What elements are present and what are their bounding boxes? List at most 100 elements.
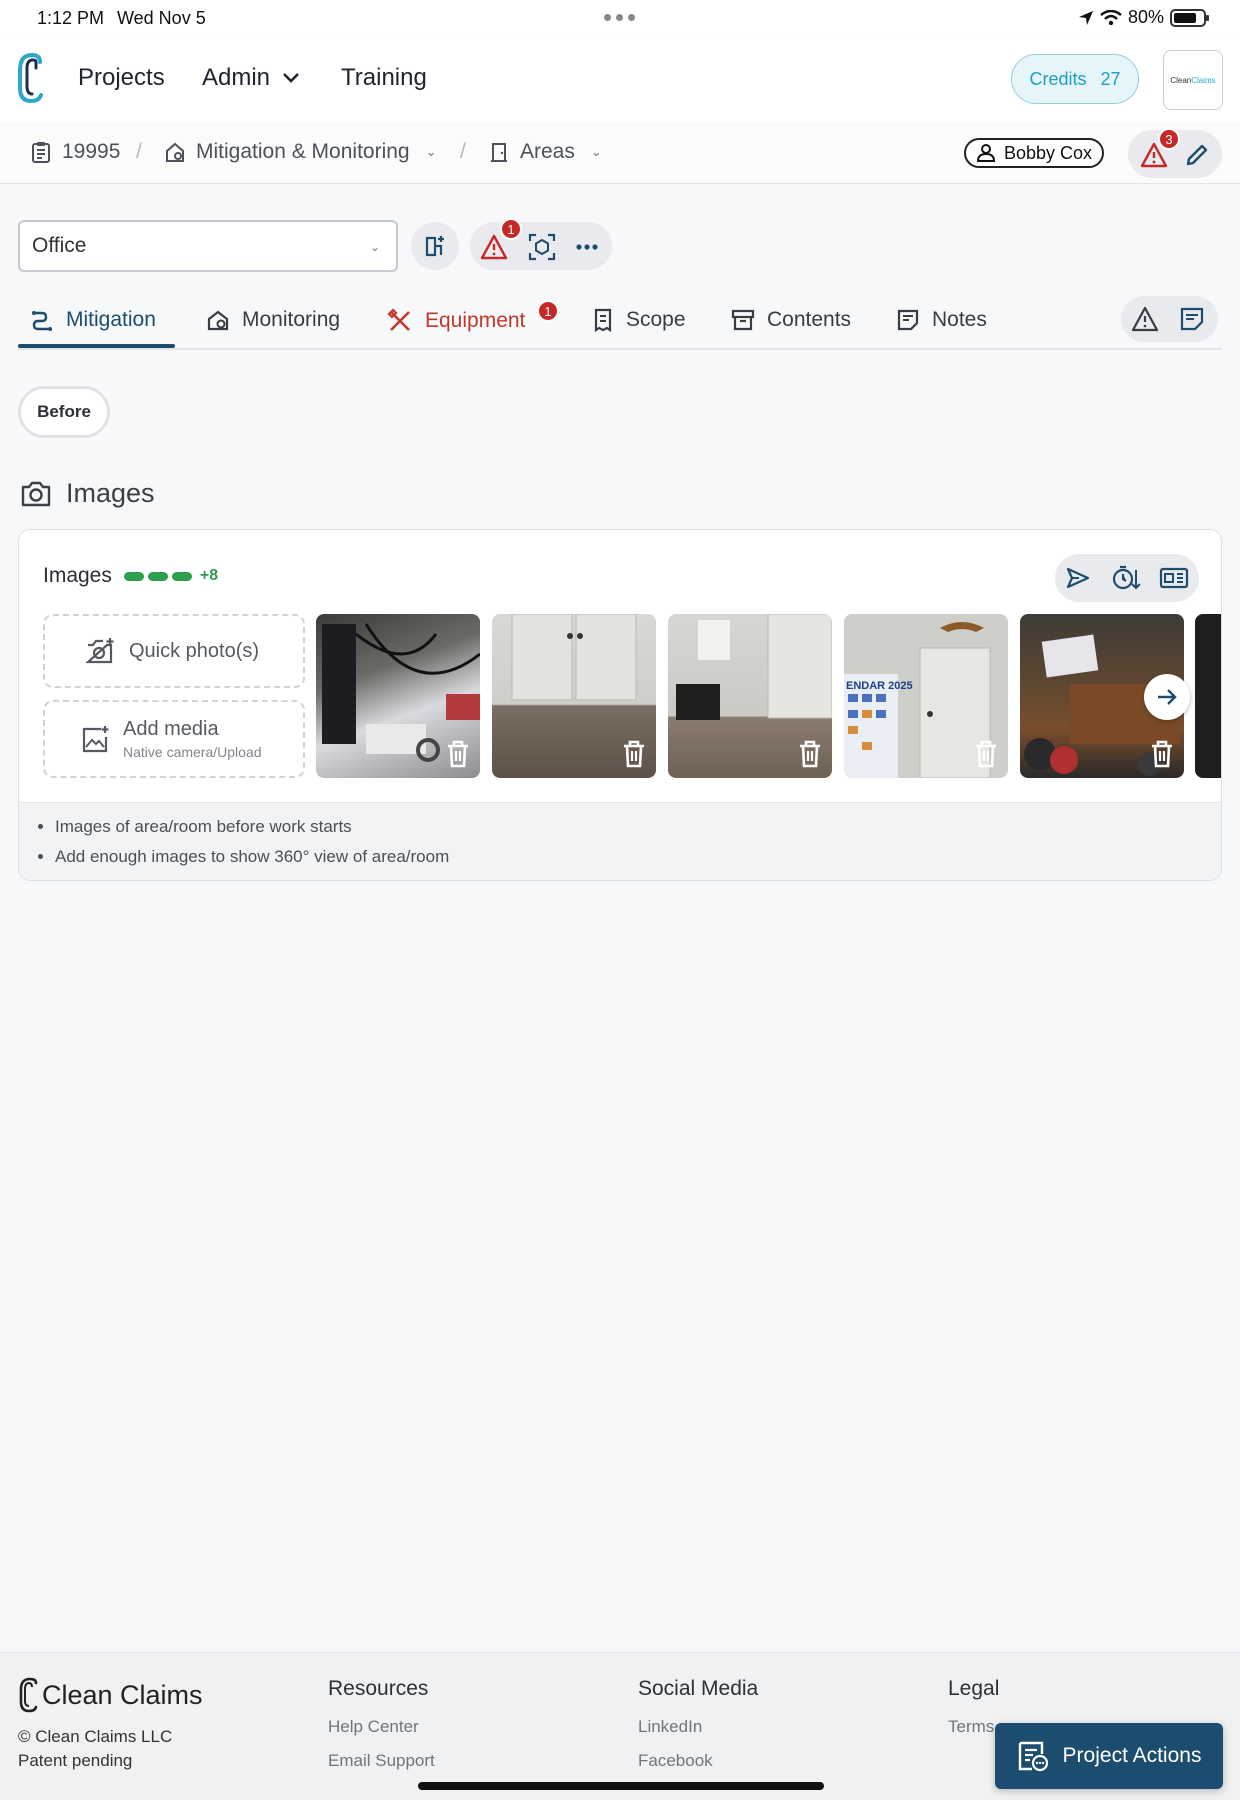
footer-legal: Legal Terms [948,1677,999,1751]
tab-notes[interactable]: Notes [896,308,987,332]
more-options-icon[interactable] [576,244,598,250]
assigned-user-name: Bobby Cox [1004,142,1093,163]
images-card-header: Images +8 [43,564,218,588]
app-logo-icon[interactable] [14,52,48,104]
equipment-alert-badge: 1 [537,300,559,322]
gallery-layout-icon[interactable] [1159,566,1189,590]
warning-outline-icon[interactable] [1131,306,1159,332]
footer-link-facebook[interactable]: Facebook [638,1751,758,1771]
credits-value: 27 [1100,68,1121,89]
clipboard-icon [32,142,50,163]
image-thumbnail[interactable] [668,614,832,778]
tab-monitoring[interactable]: Monitoring [206,308,340,332]
area-tabs: Mitigation Monitoring Equipment 1 Scope … [18,292,1222,350]
area-tools-group: 1 [470,218,612,270]
next-images-button[interactable] [1144,674,1190,720]
add-media-label: Add media [123,718,219,740]
tab-notes-label: Notes [932,308,987,331]
delete-image-icon[interactable] [798,740,822,768]
monitoring-icon [207,310,229,331]
camera-icon [21,481,51,506]
project-actions-label: Project Actions [1062,1744,1202,1767]
credits-label: Credits [1029,68,1087,89]
nav-training[interactable]: Training [341,64,427,92]
footer-link-terms[interactable]: Terms [948,1717,999,1737]
tab-equipment[interactable]: Equipment [387,308,525,334]
project-actions-group: 3 [1128,128,1222,178]
home-indicator[interactable] [418,1782,824,1790]
phase-chip-before[interactable]: Before [18,386,110,438]
quick-photo-button[interactable]: Quick photo(s) [43,614,305,688]
quick-photo-label: Quick photo(s) [129,639,260,662]
chevron-down-icon [283,73,299,83]
nav-admin[interactable]: Admin [202,64,300,92]
status-date: Wed Nov 5 [117,8,206,28]
notes-icon [897,309,919,331]
credits-pill[interactable]: Credits 27 [1011,54,1139,104]
image-thumbnail[interactable]: ENDAR 2025 [844,614,1008,778]
image-thumbnail[interactable] [1195,614,1221,778]
nav-projects[interactable]: Projects [78,64,165,92]
door-icon [491,143,507,162]
tab-scope[interactable]: Scope [592,308,686,332]
add-media-button[interactable]: Add media Native camera/Upload [43,700,305,778]
location-icon [1078,10,1093,25]
images-section-title: Images [20,478,155,509]
delete-image-icon[interactable] [1150,740,1174,768]
nav-admin-label: Admin [202,64,271,91]
chevron-down-icon: ⌄ [590,144,602,159]
timer-sort-icon[interactable] [1111,564,1141,592]
footer-resources-title: Resources [328,1677,429,1700]
tab-mitigation[interactable]: Mitigation [30,308,156,332]
project-actions-icon [1018,1741,1048,1772]
chevron-down-icon: ⌄ [369,240,380,254]
tools-icon [387,308,410,331]
send-icon[interactable] [1065,566,1091,590]
active-tab-indicator [18,344,175,348]
footer-resources: Resources Help Center Email Support [328,1677,435,1785]
breadcrumb-stage[interactable]: Mitigation & Monitoring ⌄ [164,140,437,164]
breadcrumb-separator: / [136,140,142,163]
delete-image-icon[interactable] [622,740,646,768]
status-time: 1:12 PM [37,8,105,28]
notes-icon[interactable] [1179,306,1205,332]
house-icon [166,142,184,162]
edit-pencil-icon[interactable] [1184,142,1210,168]
tab-tools-group [1121,296,1218,342]
add-media-text: Add media Native camera/Upload [123,718,262,760]
breadcrumb-project[interactable]: 19995 [30,140,120,164]
footer-link-linkedin[interactable]: LinkedIn [638,1717,758,1737]
3d-scan-icon[interactable] [528,233,556,261]
image-thumbnail[interactable] [316,614,480,778]
area-select[interactable]: Office ⌄ [18,220,398,272]
images-hints: Images of area/room before work starts A… [19,802,1221,880]
breadcrumb-section[interactable]: Areas ⌄ [488,140,602,164]
status-indicators: 80% [1078,7,1209,28]
delete-image-icon[interactable] [446,740,470,768]
footer-link-email-support[interactable]: Email Support [328,1751,435,1771]
scope-icon [594,308,612,332]
multitask-dots-icon[interactable] [604,14,635,21]
footer-patent-line: Patent pending [18,1751,133,1770]
add-room-icon [425,236,444,257]
footer-brand: Clean Claims [18,1677,203,1713]
image-thumbnail[interactable] [492,614,656,778]
project-actions-button[interactable]: Project Actions [995,1723,1223,1789]
footer-social-title: Social Media [638,1677,759,1700]
images-card-actions [1055,554,1199,602]
company-avatar[interactable]: Clean Claims [1163,50,1223,110]
hint-item: Images of area/room before work starts [55,817,1221,837]
archive-box-icon [731,309,755,331]
wifi-icon [1100,9,1122,25]
tab-scope-label: Scope [626,308,686,331]
top-navigation: Projects Admin Training Credits 27 Clean… [0,34,1240,122]
images-section-label: Images [66,478,155,508]
assigned-user-pill[interactable]: Bobby Cox [964,138,1105,168]
images-card: Images +8 Quick photo(s) Add media Nativ… [18,529,1222,881]
delete-image-icon[interactable] [974,740,998,768]
breadcrumb-separator: / [460,140,466,163]
tab-contents[interactable]: Contents [731,308,851,332]
add-area-button[interactable] [411,222,459,270]
footer-link-help-center[interactable]: Help Center [328,1717,435,1737]
chevron-down-icon: ⌄ [425,144,437,159]
